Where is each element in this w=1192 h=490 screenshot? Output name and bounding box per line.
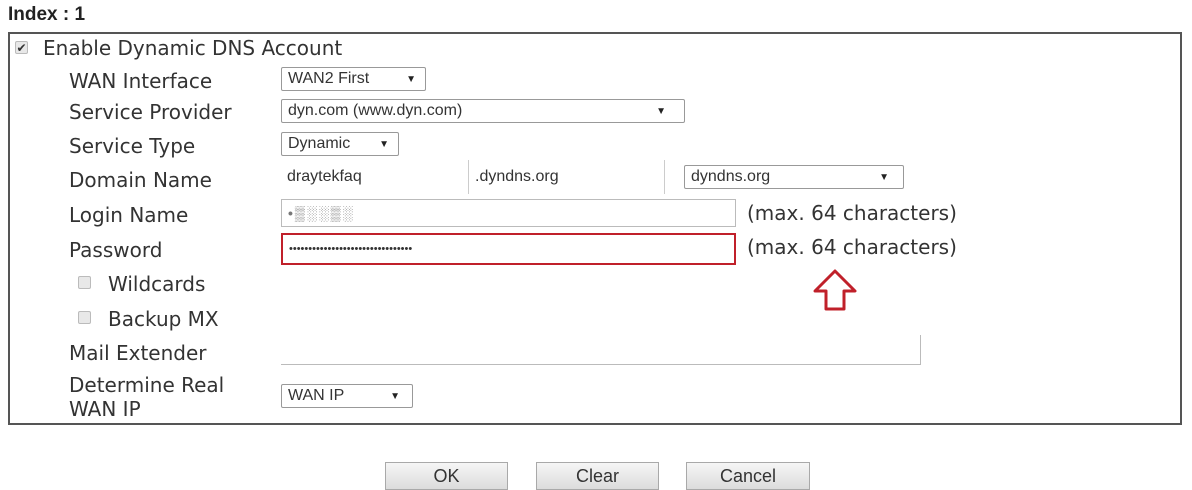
wildcards-label: Wildcards	[108, 272, 206, 296]
login-name-label: Login Name	[69, 203, 189, 227]
wan-interface-value: WAN2 First	[288, 70, 370, 87]
dropdown-arrow-icon: ▼	[879, 171, 889, 183]
login-name-value: •▒░░▒░	[288, 205, 355, 221]
wan-interface-select[interactable]: WAN2 First ▼	[281, 67, 426, 91]
wan-interface-label: WAN Interface	[69, 69, 213, 93]
password-value: ••••••••••••••••••••••••••••••••	[289, 243, 413, 255]
service-provider-select[interactable]: dyn.com (www.dyn.com) ▼	[281, 99, 685, 123]
domain-suffix-select[interactable]: dyndns.org ▼	[684, 165, 904, 189]
enable-ddns-checkbox[interactable]: ✔	[15, 41, 28, 54]
service-type-select[interactable]: Dynamic ▼	[281, 132, 399, 156]
service-type-label: Service Type	[69, 134, 196, 158]
cancel-button[interactable]: Cancel	[686, 462, 810, 490]
domain-suffix-value: .dyndns.org	[475, 168, 559, 185]
backup-mx-checkbox[interactable]	[78, 311, 91, 324]
password-max-note: (max. 64 characters)	[747, 235, 957, 259]
determine-real-wan-ip-label: Determine Real WAN IP	[69, 373, 224, 421]
enable-ddns-label: Enable Dynamic DNS Account	[43, 36, 343, 60]
mail-extender-label: Mail Extender	[69, 341, 207, 365]
domain-host-input[interactable]: draytekfaq	[281, 160, 469, 194]
service-provider-label: Service Provider	[69, 100, 232, 124]
determine-real-wan-ip-value: WAN IP	[288, 387, 345, 404]
determine-real-wan-ip-select[interactable]: WAN IP ▼	[281, 384, 413, 408]
dropdown-arrow-icon: ▼	[406, 73, 416, 85]
index-title: Index : 1	[8, 4, 86, 25]
dropdown-arrow-icon: ▼	[379, 138, 389, 150]
domain-host-value: draytekfaq	[287, 168, 362, 185]
dropdown-arrow-icon: ▼	[390, 390, 400, 402]
service-type-value: Dynamic	[288, 135, 351, 152]
service-provider-value: dyn.com (www.dyn.com)	[288, 102, 463, 119]
password-label: Password	[69, 238, 163, 262]
determine-real-wan-ip-line2: WAN IP	[69, 397, 141, 421]
login-name-input[interactable]: •▒░░▒░	[281, 199, 736, 227]
mail-extender-input[interactable]	[281, 335, 921, 365]
clear-button[interactable]: Clear	[536, 462, 659, 490]
ok-button[interactable]: OK	[385, 462, 508, 490]
dropdown-arrow-icon: ▼	[656, 105, 666, 117]
password-input[interactable]: ••••••••••••••••••••••••••••••••	[281, 233, 736, 265]
checkmark-icon: ✔	[16, 40, 27, 55]
arrow-up-outline-icon	[813, 269, 857, 311]
wildcards-checkbox[interactable]	[78, 276, 91, 289]
backup-mx-label: Backup MX	[108, 307, 219, 331]
domain-suffix-select-value: dyndns.org	[691, 168, 771, 185]
domain-name-label: Domain Name	[69, 168, 212, 192]
determine-real-wan-ip-line1: Determine Real	[69, 373, 225, 397]
login-name-max-note: (max. 64 characters)	[747, 201, 957, 225]
domain-suffix-field: .dyndns.org	[469, 160, 665, 194]
